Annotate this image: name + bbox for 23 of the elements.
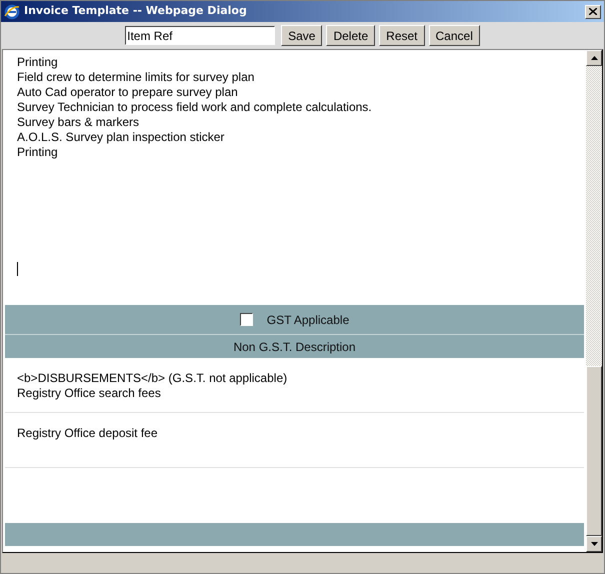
text-cursor <box>17 262 18 276</box>
scrollbar[interactable] <box>586 50 602 552</box>
description-text[interactable]: Printing Field crew to determine limits for survey plan Auto Cad operator to prepare survey plan Survey Technician to process field work and complete calculations. Survey bars & markers A.O.L.S. Survey plan inspection sticker Printing <box>17 55 572 160</box>
up-arrow-icon <box>590 56 598 60</box>
gst-applicable-label: GST Applicable <box>266 312 350 328</box>
description-line: <b>DISBURSEMENTS</b> (G.S.T. not applicable) <box>17 371 288 386</box>
scroll-thumb[interactable] <box>586 366 602 536</box>
browser-icon <box>4 4 20 20</box>
toolbar-button[interactable]: Delete <box>326 25 376 46</box>
table-header: Non G.S.T. Description <box>5 335 584 358</box>
toolbar-button[interactable]: Reset <box>379 25 425 46</box>
close-button[interactable] <box>585 4 601 18</box>
toolbar-button[interactable]: Cancel <box>428 25 480 46</box>
checkbox[interactable] <box>240 313 253 326</box>
close-icon <box>589 8 597 15</box>
scroll-down-button[interactable] <box>586 536 602 552</box>
toolbar-button[interactable]: Save <box>281 25 322 46</box>
scroll-up-button[interactable] <box>586 50 602 66</box>
description-line: Registry Office search fees <box>17 386 161 401</box>
description-line: Registry Office deposit fee <box>17 426 158 441</box>
window-title: Invoice Template -- Webpage Dialog <box>24 3 248 20</box>
down-arrow-icon <box>590 542 598 546</box>
item-ref-field[interactable]: Item Ref <box>125 26 276 45</box>
